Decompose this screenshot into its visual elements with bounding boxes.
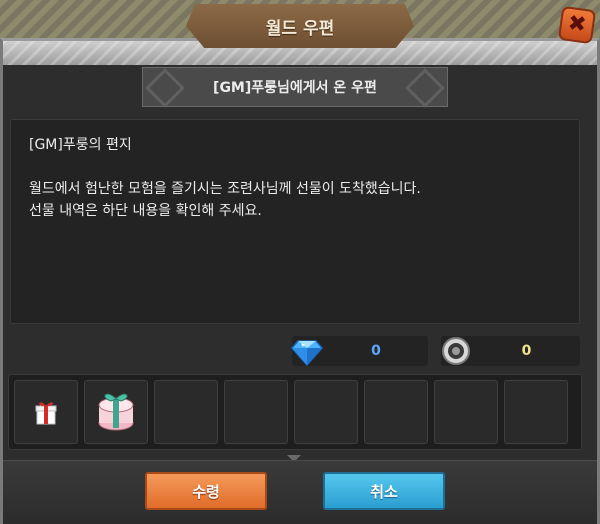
silver-coin-icon xyxy=(439,334,473,368)
gift-cake-icon xyxy=(98,393,134,431)
accept-button[interactable]: 수령 xyxy=(145,472,267,510)
close-button[interactable]: ✖ xyxy=(557,5,597,45)
item-slot[interactable] xyxy=(154,380,218,444)
cancel-button[interactable]: 취소 xyxy=(323,472,445,510)
letter-line: 월드에서 험난한 모험을 즐기시는 조련사님께 선물이 도착했습니다. xyxy=(29,181,421,197)
window-title: 월드 우편 xyxy=(265,18,335,39)
coin-value: 0 xyxy=(521,343,532,359)
diamond-ornament-icon xyxy=(405,68,445,108)
letter-line: 선물 내역은 하단 내용을 확인해 주세요. xyxy=(29,203,262,219)
accept-button-label: 수령 xyxy=(192,482,220,501)
diamond-ornament-icon xyxy=(145,68,185,108)
button-bar xyxy=(3,460,597,524)
gem-value: 0 xyxy=(371,343,381,359)
coin-reward: 0 xyxy=(441,336,580,366)
reward-item-slots xyxy=(8,374,582,450)
item-slot[interactable] xyxy=(294,380,358,444)
item-slot[interactable] xyxy=(364,380,428,444)
item-slot[interactable] xyxy=(14,380,78,444)
cancel-button-label: 취소 xyxy=(370,482,398,501)
window-title-plate: 월드 우편 xyxy=(186,4,414,48)
mail-subject: [GM]푸룽님에게서 온 우편 xyxy=(213,80,377,96)
letter-body: [GM]푸룽의 편지 월드에서 험난한 모험을 즐기시는 조련사님께 선물이 도… xyxy=(10,119,580,324)
close-x-icon: ✖ xyxy=(566,10,588,39)
mail-subject-plate: [GM]푸룽님에게서 온 우편 xyxy=(142,67,448,108)
gem-reward: 0 xyxy=(290,334,428,368)
diamond-icon xyxy=(290,334,324,368)
item-slot[interactable] xyxy=(434,380,498,444)
item-slot[interactable] xyxy=(504,380,568,444)
item-slot[interactable] xyxy=(84,380,148,444)
gift-box-icon xyxy=(35,402,57,425)
item-slot[interactable] xyxy=(224,380,288,444)
letter-title: [GM]푸룽의 편지 xyxy=(29,137,132,153)
